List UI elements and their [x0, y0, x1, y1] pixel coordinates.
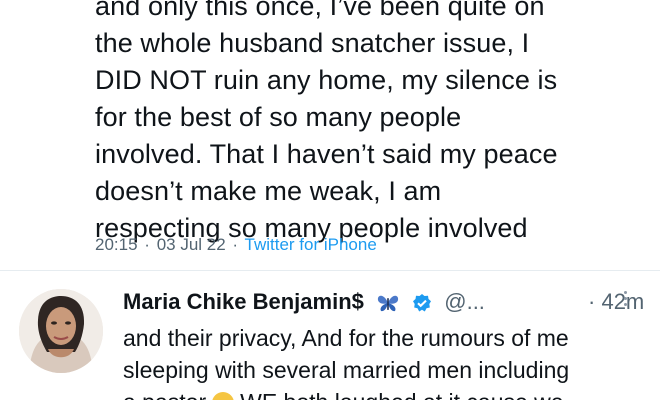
reply-separator: · — [588, 289, 596, 314]
reply-text-line: sleeping with several married men includ… — [123, 357, 570, 383]
tweet-source-link[interactable]: Twitter for iPhone — [245, 235, 377, 254]
grinning-emoji-icon — [212, 392, 235, 400]
meta-separator: · — [144, 235, 150, 254]
main-tweet-text: and only this once, I’ve been quite on t… — [95, 0, 655, 247]
reply-author-name[interactable]: Maria Chike Benjamin$ — [123, 289, 364, 314]
reply-text-fragment: a pastor — [123, 389, 206, 400]
reply-text-line: and their privacy, And for the rumours o… — [123, 325, 569, 351]
tweet-text-line: involved. That I haven’t said my peace — [95, 139, 558, 169]
avatar-photo-icon — [19, 289, 103, 373]
tweet-time[interactable]: 20:15 — [95, 235, 138, 254]
tweet-text-line: the whole husband snatcher issue, I — [95, 28, 530, 58]
reply-time[interactable]: · 42m — [588, 287, 644, 317]
tweet-text-line: DID NOT ruin any home, my silence is — [95, 65, 558, 95]
tweet-text-line: and only this once, I’ve been quite on — [95, 0, 545, 21]
reply-handle[interactable]: @... — [444, 289, 485, 314]
meta-separator: · — [232, 235, 239, 254]
reply-time-value[interactable]: 42m — [601, 289, 644, 314]
verified-badge-icon — [412, 291, 432, 321]
tweet-date[interactable]: 03 Jul 22 — [157, 235, 226, 254]
butterfly-emoji-icon — [376, 291, 400, 321]
thread-divider — [0, 270, 660, 271]
avatar[interactable] — [19, 289, 103, 373]
tweet-text-line: doesn’t make me weak, I am — [95, 176, 442, 206]
reply-header: Maria Chike Benjamin$ @... · 42m — [123, 287, 653, 317]
reply-text-line: a pastor WE both laughed at it cause we — [123, 386, 660, 400]
more-options-icon[interactable] — [624, 291, 628, 309]
reply-text-fragment: WE both laughed at it cause we — [240, 389, 563, 400]
tweet-metadata: 20:15 · 03 Jul 22 · Twitter for iPhone — [95, 235, 377, 255]
tweet-text-line: for the best of so many people — [95, 102, 462, 132]
reply-text: and their privacy, And for the rumours o… — [123, 322, 660, 400]
